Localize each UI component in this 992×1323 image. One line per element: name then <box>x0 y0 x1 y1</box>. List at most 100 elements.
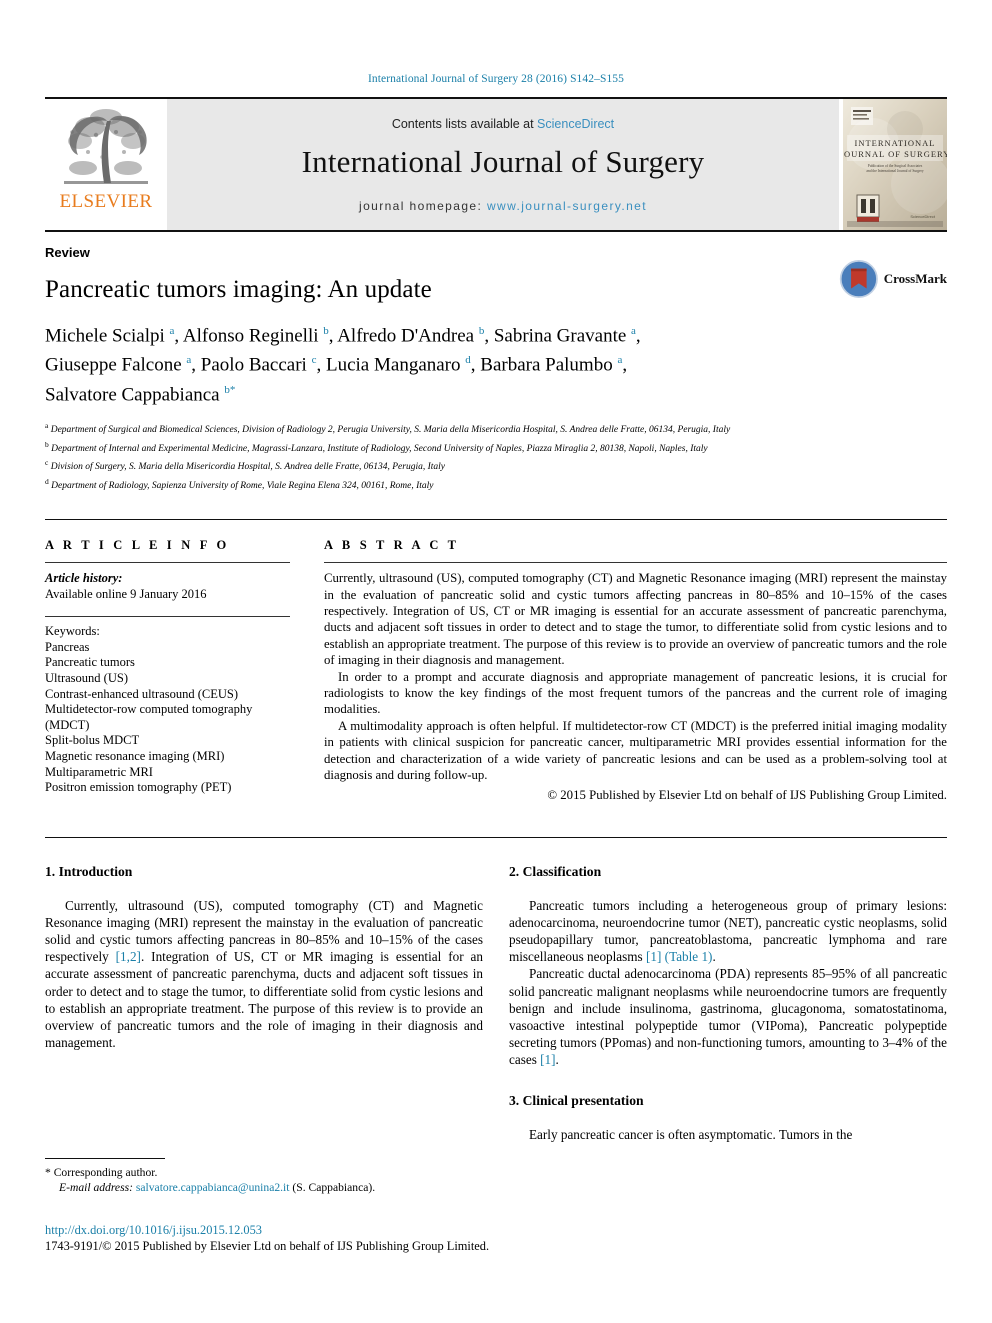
elsevier-logo: ELSEVIER <box>45 99 167 230</box>
svg-text:JOURNAL OF SURGERY: JOURNAL OF SURGERY <box>843 149 947 159</box>
cover-artwork: INTERNATIONAL JOURNAL OF SURGERY Publica… <box>843 99 947 230</box>
contents-prefix: Contents lists available at <box>391 116 538 131</box>
paragraph-text: . <box>712 949 716 965</box>
affiliation-item: b Department of Internal and Experimenta… <box>45 438 947 457</box>
abstract-paragraph: Currently, ultrasound (US), computed tom… <box>324 571 947 668</box>
divider <box>324 562 947 564</box>
running-head: International Journal of Surgery 28 (201… <box>367 73 625 85</box>
masthead-center: Contents lists available at ScienceDirec… <box>167 99 839 230</box>
doi-link[interactable]: http://dx.doi.org/10.1016/j.ijsu.2015.12… <box>45 1222 945 1238</box>
journal-masthead: ELSEVIER Contents lists available at Sci… <box>45 97 947 230</box>
elsevier-wordmark: ELSEVIER <box>59 191 153 212</box>
author-name: , Paolo Baccari <box>191 354 312 376</box>
author-name: Giuseppe Falcone <box>45 354 187 376</box>
section-heading-introduction: 1. Introduction <box>45 863 133 879</box>
homepage-url-link[interactable]: www.journal-surgery.net <box>487 199 647 213</box>
author-name: , Sabrina Gravante <box>484 325 632 347</box>
abstract-body: Currently, ultrasound (US), computed tom… <box>324 570 947 783</box>
paragraph-text: . Integration of US, CT or MR imaging is… <box>45 949 483 1051</box>
author-name: , Alfredo D'Andrea <box>328 325 479 347</box>
keyword-item: Pancreas <box>45 639 90 654</box>
crossmark-badge[interactable]: CrossMark <box>839 254 947 304</box>
paragraph: Pancreatic tumors including a heterogene… <box>509 897 947 966</box>
paragraph: Pancreatic ductal adenocarcinoma (PDA) r… <box>509 965 947 1068</box>
paragraph-text: Pancreatic tumors including a heterogene… <box>509 897 947 965</box>
affiliation-text: Department of Radiology, Sapienza Univer… <box>51 480 434 491</box>
affiliation-marker: a <box>45 420 49 430</box>
citation-link[interactable]: [1] <box>540 1052 555 1067</box>
divider <box>45 616 290 618</box>
journal-homepage-line: journal homepage: www.journal-surgery.ne… <box>359 199 647 213</box>
keyword-item: Magnetic resonance imaging (MRI) <box>45 748 225 763</box>
contents-available-line: Contents lists available at ScienceDirec… <box>392 117 614 131</box>
journal-cover-thumbnail: INTERNATIONAL JOURNAL OF SURGERY Publica… <box>843 99 947 230</box>
keyword-item: Contrast-enhanced ultrasound (CEUS) <box>45 686 239 701</box>
citation-link[interactable]: [1] <box>646 949 661 964</box>
keyword-item: Multiparametric MRI <box>45 764 153 779</box>
paragraph-text: Pancreatic ductal adenocarcinoma (PDA) r… <box>509 966 947 1068</box>
info-abstract-section: A R T I C L E I N F O Article history: A… <box>45 519 947 802</box>
issn-copyright-line: 1743-9191/© 2015 Published by Elsevier L… <box>45 1239 490 1253</box>
author-name: Salvatore Cappabianca <box>45 383 225 405</box>
crossmark-icon <box>839 260 878 298</box>
citation-link[interactable]: [1,2] <box>116 949 141 964</box>
article-type: Review <box>45 245 90 260</box>
keyword-item: Ultrasound (US) <box>45 671 128 686</box>
svg-text:INTERNATIONAL: INTERNATIONAL <box>855 138 936 148</box>
keyword-list: Keywords: Pancreas Pancreatic tumors Ult… <box>45 624 290 796</box>
email-owner: (S. Cappabianca). <box>289 1181 376 1194</box>
crossmark-label: CrossMark <box>883 271 947 286</box>
keyword-item: Multidetector-row computed tomography (M… <box>45 702 253 732</box>
author-name: , Barbara Palumbo <box>470 354 618 376</box>
affiliation-item: a Department of Surgical and Biomedical … <box>45 419 947 438</box>
author-name: , Alfonso Reginelli <box>174 325 324 347</box>
divider <box>45 1158 165 1159</box>
corresponding-author-footnote: * Corresponding author. E-mail address: … <box>45 1158 475 1195</box>
abstract-paragraph: In order to a prompt and accurate diagno… <box>324 669 947 717</box>
section-heading-classification: 2. Classification <box>509 863 602 879</box>
article-head: Review Pancreatic tumors imaging: An upd… <box>45 230 947 493</box>
corresponding-author-marker[interactable]: * <box>230 384 236 396</box>
email-link[interactable]: salvatore.cappabianca@unina2.it <box>136 1181 290 1194</box>
page-footer: http://dx.doi.org/10.1016/j.ijsu.2015.12… <box>45 1222 945 1254</box>
divider <box>45 562 290 564</box>
affiliation-list: a Department of Surgical and Biomedical … <box>45 419 947 493</box>
body-column-left: 1. Introduction Currently, ultrasound (U… <box>45 864 483 1143</box>
email-label: E-mail address: <box>59 1181 133 1194</box>
affiliation-text: Department of Surgical and Biomedical Sc… <box>50 425 731 436</box>
affiliation-item: d Department of Radiology, Sapienza Univ… <box>45 475 947 494</box>
article-history: Article history: Available online 9 Janu… <box>45 570 290 602</box>
keyword-item: Positron emission tomography (PET) <box>45 780 232 795</box>
table-link[interactable]: (Table 1) <box>665 949 713 964</box>
author-separator: , <box>635 325 641 347</box>
affiliation-item: c Division of Surgery, S. Maria della Mi… <box>45 456 947 475</box>
sciencedirect-link[interactable]: ScienceDirect <box>537 117 614 131</box>
affiliation-text: Department of Internal and Experimental … <box>51 443 708 454</box>
keywords-label: Keywords: <box>45 624 100 639</box>
corresponding-author-line: * Corresponding author. <box>45 1165 475 1180</box>
email-line: E-mail address: salvatore.cappabianca@un… <box>45 1180 475 1195</box>
affiliation-marker: c <box>45 458 49 468</box>
paragraph: Early pancreatic cancer is often asympto… <box>529 1126 853 1142</box>
journal-title: International Journal of Surgery <box>301 143 705 179</box>
affiliation-text: Division of Surgery, S. Maria della Mise… <box>50 462 446 473</box>
affiliation-marker: b <box>45 439 49 449</box>
abstract-copyright: © 2015 Published by Elsevier Ltd on beha… <box>547 787 947 802</box>
svg-text:Publication of the Surgical As: Publication of the Surgical Associates <box>868 164 923 168</box>
svg-text:ScienceDirect: ScienceDirect <box>910 214 936 219</box>
elsevier-tree-icon <box>64 109 148 184</box>
affiliation-marker: d <box>45 476 49 486</box>
abstract-column: A B S T R A C T Currently, ultrasound (U… <box>324 538 947 802</box>
corresponding-author-text: Corresponding author. <box>50 1166 158 1179</box>
paragraph: Currently, ultrasound (US), computed tom… <box>45 897 483 1052</box>
author-list: Michele Scialpi a, Alfonso Reginelli b, … <box>45 319 745 407</box>
keyword-item: Pancreatic tumors <box>45 655 135 670</box>
article-info-heading: A R T I C L E I N F O <box>45 538 230 553</box>
article-history-value: Available online 9 January 2016 <box>45 587 207 602</box>
body-columns: 1. Introduction Currently, ultrasound (U… <box>45 836 947 1143</box>
abstract-paragraph: A multimodality approach is often helpfu… <box>324 718 947 783</box>
paper-page: International Journal of Surgery 28 (201… <box>0 0 992 1323</box>
keyword-item: Split-bolus MDCT <box>45 733 140 748</box>
svg-text:and the International Journal: and the International Journal of Surgery <box>866 169 924 173</box>
abstract-heading: A B S T R A C T <box>324 538 460 553</box>
